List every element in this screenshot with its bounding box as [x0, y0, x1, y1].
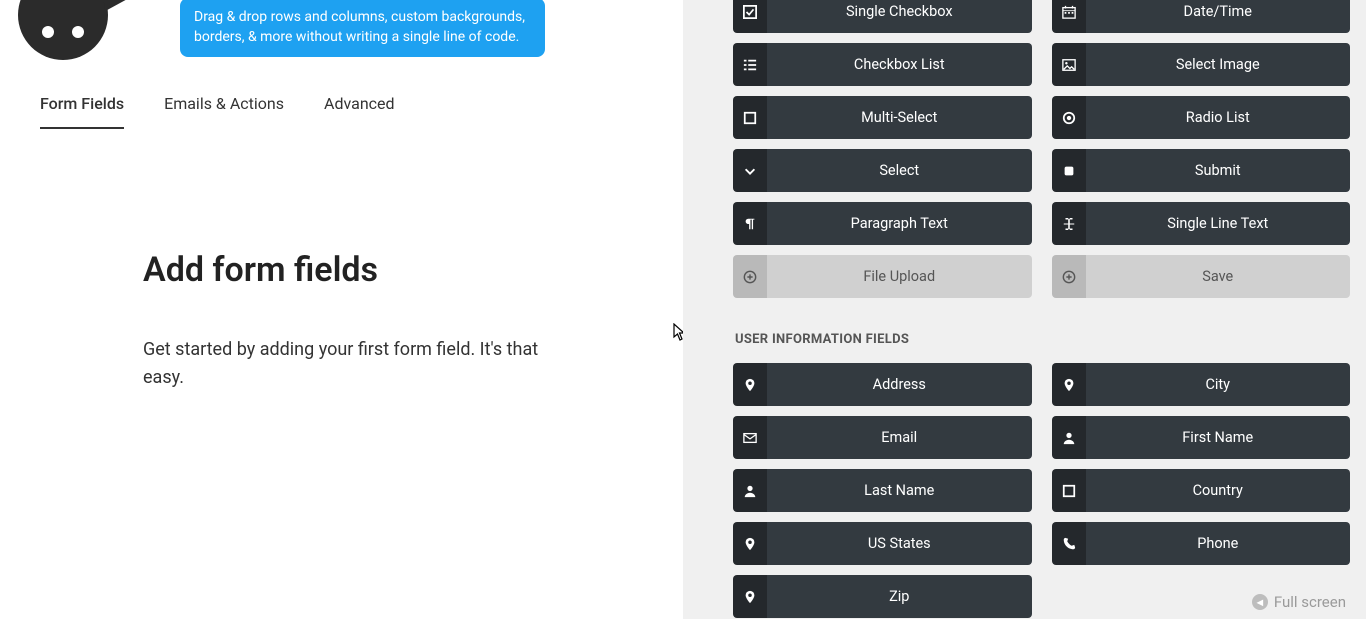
tab-advanced[interactable]: Advanced: [324, 94, 395, 129]
field-label: Date/Time: [1086, 0, 1351, 33]
field-last-name[interactable]: Last Name: [733, 469, 1032, 512]
field-multi-select[interactable]: Multi-Select: [733, 96, 1032, 139]
calendar-icon: [1052, 0, 1086, 33]
fullscreen-toggle[interactable]: ◄ Full screen: [1252, 593, 1346, 611]
field-us-states[interactable]: US States: [733, 522, 1032, 565]
field-label: Submit: [1086, 149, 1351, 192]
envelope-icon: [733, 416, 767, 459]
field-select-image[interactable]: Select Image: [1052, 43, 1351, 86]
app-logo: [18, 0, 138, 70]
field-label: US States: [767, 522, 1032, 565]
field-label: Single Checkbox: [767, 0, 1032, 33]
field-label: File Upload: [767, 255, 1032, 298]
field-label: Single Line Text: [1086, 202, 1351, 245]
dot-icon: [1052, 96, 1086, 139]
chevron-down-icon: [733, 149, 767, 192]
field-label: Radio List: [1086, 96, 1351, 139]
field-save: Save: [1052, 255, 1351, 298]
field-phone[interactable]: Phone: [1052, 522, 1351, 565]
field-checkbox-list[interactable]: Checkbox List: [733, 43, 1032, 86]
field-city[interactable]: City: [1052, 363, 1351, 406]
plus-circle-icon: [733, 255, 767, 298]
field-email[interactable]: Email: [733, 416, 1032, 459]
tab-emails-actions[interactable]: Emails & Actions: [164, 94, 284, 129]
field-label: First Name: [1086, 416, 1351, 459]
square-icon: [733, 96, 767, 139]
user-icon: [1052, 416, 1086, 459]
list-icon: [733, 43, 767, 86]
promo-tooltip: Drag & drop rows and columns, custom bac…: [180, 0, 545, 57]
user-fields-grid: Address City Email First Name Last Name Count…: [733, 363, 1350, 618]
plus-circle-icon: [1052, 255, 1086, 298]
square-fill-icon: [1052, 149, 1086, 192]
field-submit[interactable]: Submit: [1052, 149, 1351, 192]
field-label: Address: [767, 363, 1032, 406]
field-label: Select Image: [1086, 43, 1351, 86]
field-label: Checkbox List: [767, 43, 1032, 86]
pin-icon: [733, 575, 767, 618]
field-label: Paragraph Text: [767, 202, 1032, 245]
field-label: Last Name: [767, 469, 1032, 512]
field-label: Country: [1086, 469, 1351, 512]
field-label: Save: [1086, 255, 1351, 298]
field-label: City: [1086, 363, 1351, 406]
pin-icon: [1052, 363, 1086, 406]
field-label: Select: [767, 149, 1032, 192]
phone-icon: [1052, 522, 1086, 565]
pilcrow-icon: [733, 202, 767, 245]
image-icon: [1052, 43, 1086, 86]
field-single-line-text[interactable]: Single Line Text: [1052, 202, 1351, 245]
field-label: Phone: [1086, 522, 1351, 565]
user-icon: [733, 469, 767, 512]
field-label: Multi-Select: [767, 96, 1032, 139]
arrow-left-circle-icon: ◄: [1252, 594, 1268, 610]
field-file-upload: File Upload: [733, 255, 1032, 298]
field-paragraph-text[interactable]: Paragraph Text: [733, 202, 1032, 245]
text-cursor-icon: [1052, 202, 1086, 245]
field-radio-list[interactable]: Radio List: [1052, 96, 1351, 139]
field-first-name[interactable]: First Name: [1052, 416, 1351, 459]
field-select[interactable]: Select: [733, 149, 1032, 192]
field-date-time[interactable]: Date/Time: [1052, 0, 1351, 33]
field-label: Email: [767, 416, 1032, 459]
tab-form-fields[interactable]: Form Fields: [40, 94, 124, 129]
field-country[interactable]: Country: [1052, 469, 1351, 512]
field-single-checkbox[interactable]: Single Checkbox: [733, 0, 1032, 33]
page-title: Add form fields: [143, 250, 563, 290]
square-icon: [1052, 469, 1086, 512]
fullscreen-label: Full screen: [1274, 593, 1346, 611]
field-zip[interactable]: Zip: [733, 575, 1032, 618]
pin-icon: [733, 522, 767, 565]
common-fields-grid: Single Checkbox Date/Time Checkbox List Sel…: [733, 0, 1350, 298]
section-title-user-fields: USER INFORMATION FIELDS: [735, 332, 1350, 347]
field-label: Zip: [767, 575, 1032, 618]
pin-icon: [733, 363, 767, 406]
page-subtitle: Get started by adding your first form fi…: [143, 336, 563, 392]
check-square-icon: [733, 0, 767, 33]
field-address[interactable]: Address: [733, 363, 1032, 406]
builder-tabs: Form Fields Emails & Actions Advanced: [40, 94, 395, 129]
